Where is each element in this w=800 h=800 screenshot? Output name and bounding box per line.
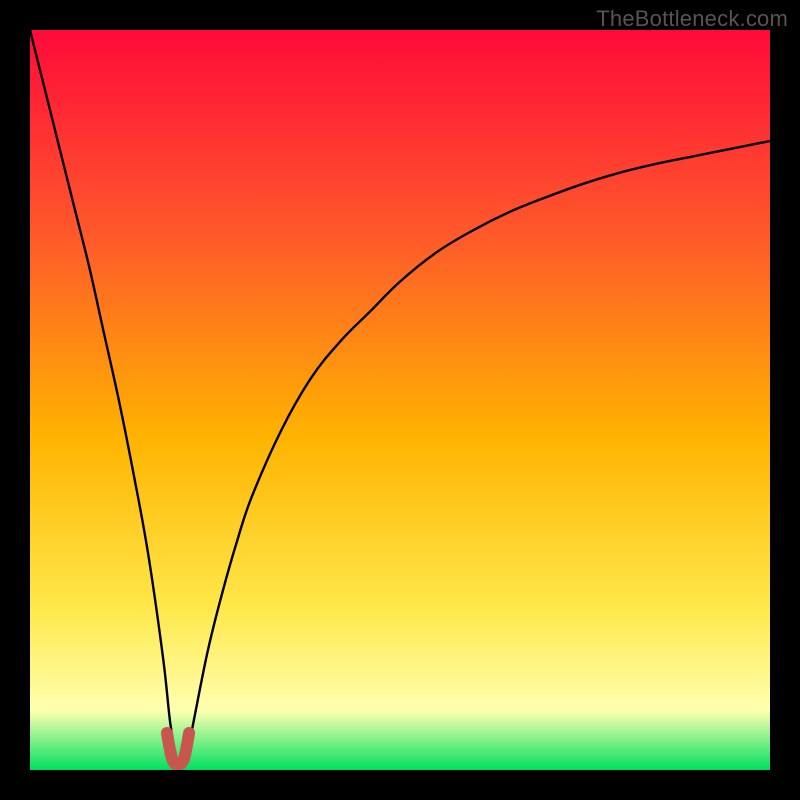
bottleneck-plot	[30, 30, 770, 770]
gradient-background	[30, 30, 770, 770]
watermark-text: TheBottleneck.com	[596, 6, 788, 32]
chart-stage: TheBottleneck.com	[0, 0, 800, 800]
